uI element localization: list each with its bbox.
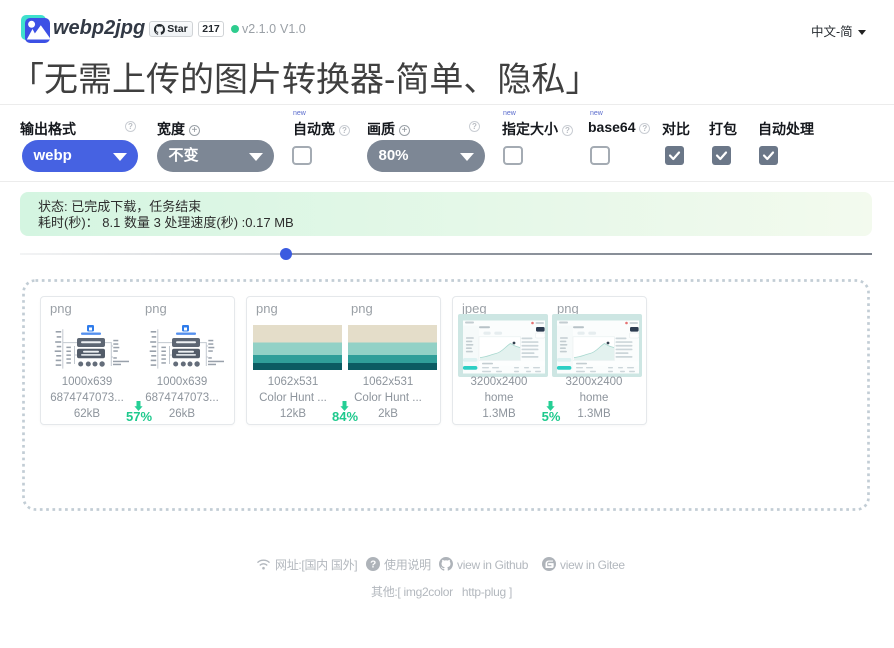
svg-text:?: ?	[370, 559, 376, 570]
